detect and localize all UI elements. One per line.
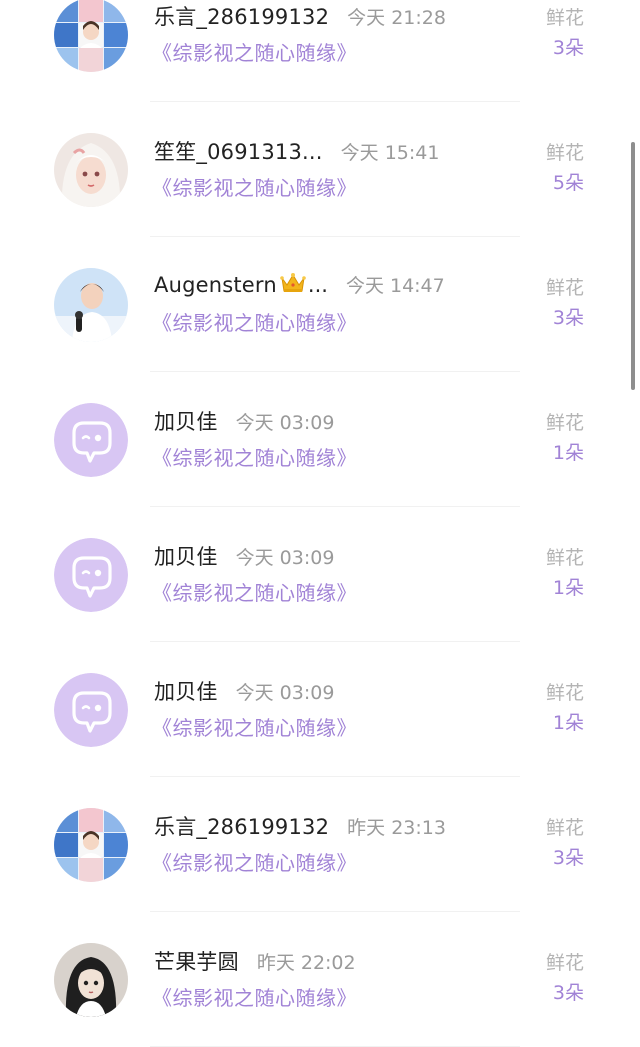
gift-record-row[interactable]: 乐言_286199132 今天 21:28 《综影视之随心随缘》 鲜花 3朵 <box>0 0 640 102</box>
user-name[interactable]: 乐言_286199132 <box>154 811 329 841</box>
gift-count: 3朵 <box>552 307 584 329</box>
novel-title-link[interactable]: 《综影视之随心随缘》 <box>152 847 357 876</box>
gift-time: 今天 03:09 <box>235 682 335 704</box>
user-avatar[interactable] <box>54 0 128 72</box>
gift-time: 昨天 23:13 <box>347 817 446 839</box>
gift-time: 今天 21:28 <box>347 7 446 29</box>
gift-type-label: 鲜花 <box>545 547 584 569</box>
gift-time: 今天 03:09 <box>235 412 335 434</box>
novel-title-link[interactable]: 《综影视之随心随缘》 <box>152 442 357 471</box>
user-name[interactable]: 芒果芋圆 <box>154 946 239 976</box>
gift-count: 1朵 <box>552 577 584 599</box>
gift-count: 5朵 <box>552 172 584 194</box>
user-name[interactable]: 加贝佳 <box>154 676 218 706</box>
gift-record-row[interactable]: 笙笙_0691313... 今天 15:41 《综影视之随心随缘》 鲜花 5朵 <box>0 102 640 237</box>
name-line: 加贝佳 今天 03:09 <box>154 541 334 571</box>
name-line: 笙笙_0691313... 今天 15:41 <box>154 136 439 166</box>
gift-type-label: 鲜花 <box>545 142 584 164</box>
user-avatar[interactable] <box>54 808 128 882</box>
gift-time: 今天 15:41 <box>340 142 440 164</box>
name-line: 乐言_286199132 昨天 23:13 <box>154 811 446 841</box>
gift-record-row[interactable]: 加贝佳 今天 03:09 《综影视之随心随缘》 鲜花 1朵 <box>0 372 640 507</box>
gift-count: 3朵 <box>552 37 584 59</box>
novel-title-link[interactable]: 《综影视之随心随缘》 <box>152 982 357 1011</box>
gift-record-row[interactable]: Augenstern... 今天 14:47 《综影视之随心随缘》 鲜花 3朵 <box>0 237 640 372</box>
gift-time: 今天 03:09 <box>235 547 335 569</box>
user-name[interactable]: 加贝佳 <box>154 541 218 571</box>
name-ellipsis: ... <box>307 273 328 297</box>
crown-icon <box>280 273 306 292</box>
gift-count: 1朵 <box>552 442 584 464</box>
gift-type-label: 鲜花 <box>545 952 584 974</box>
user-name[interactable]: Augenstern <box>154 273 277 297</box>
name-line: 乐言_286199132 今天 21:28 <box>154 1 446 31</box>
user-avatar[interactable] <box>54 673 128 747</box>
gift-record-row[interactable]: 加贝佳 今天 03:09 《综影视之随心随缘》 鲜花 1朵 <box>0 642 640 777</box>
crown-badge <box>277 272 308 296</box>
user-name[interactable]: 笙笙_0691313... <box>154 136 323 166</box>
name-line: 芒果芋圆 昨天 22:02 <box>154 946 356 976</box>
user-avatar[interactable] <box>54 133 128 207</box>
gift-time: 昨天 22:02 <box>256 952 356 974</box>
user-name[interactable]: 加贝佳 <box>154 406 218 436</box>
novel-title-link[interactable]: 《综影视之随心随缘》 <box>152 37 357 66</box>
user-avatar[interactable] <box>54 268 128 342</box>
novel-title-link[interactable]: 《综影视之随心随缘》 <box>152 712 357 741</box>
gift-count: 1朵 <box>552 712 584 734</box>
gift-record-row[interactable]: 乐言_286199132 昨天 23:13 《综影视之随心随缘》 鲜花 3朵 <box>0 777 640 912</box>
name-line: 加贝佳 今天 03:09 <box>154 676 334 706</box>
flower-gift-list: 乐言_286199132 今天 21:28 《综影视之随心随缘》 鲜花 3朵 笙笙_069… <box>0 0 640 1047</box>
user-avatar[interactable] <box>54 538 128 612</box>
scrollbar[interactable] <box>631 142 635 390</box>
name-line: Augenstern... 今天 14:47 <box>154 271 445 301</box>
gift-type-label: 鲜花 <box>545 277 584 299</box>
gift-time: 今天 14:47 <box>345 275 445 297</box>
gift-record-row[interactable]: 加贝佳 今天 03:09 《综影视之随心随缘》 鲜花 1朵 <box>0 507 640 642</box>
gift-count: 3朵 <box>552 847 584 869</box>
novel-title-link[interactable]: 《综影视之随心随缘》 <box>152 307 357 336</box>
gift-count: 3朵 <box>552 982 584 1004</box>
novel-title-link[interactable]: 《综影视之随心随缘》 <box>152 577 357 606</box>
user-name[interactable]: 乐言_286199132 <box>154 1 329 31</box>
novel-title-link[interactable]: 《综影视之随心随缘》 <box>152 172 357 201</box>
gift-type-label: 鲜花 <box>545 682 584 704</box>
name-line: 加贝佳 今天 03:09 <box>154 406 334 436</box>
user-avatar[interactable] <box>54 403 128 477</box>
gift-type-label: 鲜花 <box>545 7 584 29</box>
gift-record-row[interactable]: 芒果芋圆 昨天 22:02 《综影视之随心随缘》 鲜花 3朵 <box>0 912 640 1047</box>
gift-type-label: 鲜花 <box>545 817 584 839</box>
gift-type-label: 鲜花 <box>545 412 584 434</box>
user-avatar[interactable] <box>54 943 128 1017</box>
